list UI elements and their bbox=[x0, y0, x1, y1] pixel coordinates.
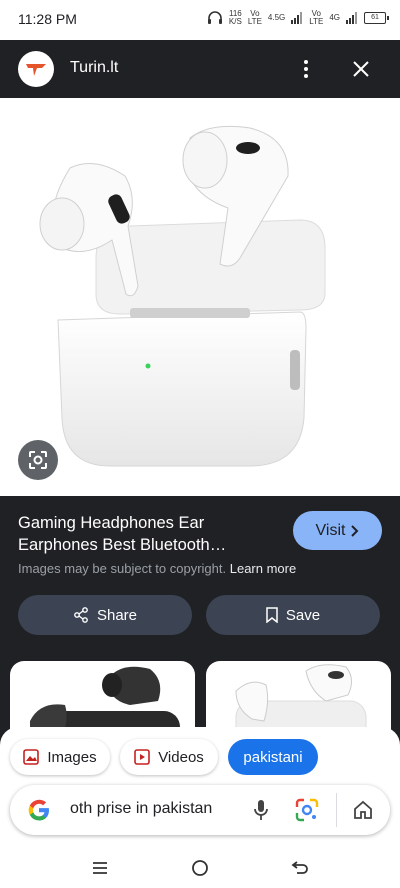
image-icon bbox=[23, 749, 40, 765]
recent-apps-button[interactable] bbox=[88, 856, 112, 880]
home-icon bbox=[354, 800, 372, 819]
headphones-icon bbox=[207, 11, 222, 24]
bookmark-icon bbox=[266, 607, 278, 623]
chip-images[interactable]: Images bbox=[10, 739, 110, 775]
lens-icon bbox=[29, 451, 47, 469]
copyright-text: Images may be subject to copyright. bbox=[18, 561, 227, 576]
back-arrow-icon bbox=[291, 861, 308, 874]
chip-label: Videos bbox=[158, 748, 204, 766]
sim1-volte: Vo LTE bbox=[247, 9, 262, 26]
back-button[interactable] bbox=[288, 856, 312, 880]
turin-logo-icon bbox=[26, 64, 46, 76]
chip-pakistani[interactable]: pakistani bbox=[228, 739, 318, 775]
site-logo[interactable] bbox=[18, 51, 54, 87]
more-vert-icon bbox=[304, 60, 308, 78]
home-nav-button[interactable] bbox=[188, 856, 212, 880]
signal-icon bbox=[346, 12, 357, 24]
share-button[interactable]: Share bbox=[18, 595, 192, 635]
image-viewer-header: Turin.lt bbox=[0, 40, 400, 98]
learn-more-link[interactable]: Learn more bbox=[230, 561, 296, 576]
sim2-network: 4G bbox=[329, 13, 340, 22]
mic-icon bbox=[254, 800, 268, 820]
copyright-notice: Images may be subject to copyright. Lear… bbox=[18, 561, 296, 576]
circle-icon bbox=[192, 860, 208, 876]
chip-label: Images bbox=[47, 748, 97, 766]
chip-label: pakistani bbox=[243, 748, 303, 766]
site-name[interactable]: Turin.lt bbox=[70, 59, 118, 77]
product-image[interactable] bbox=[0, 98, 400, 496]
earbuds-image bbox=[39, 125, 326, 467]
sim2-volte: Vo LTE bbox=[309, 9, 324, 26]
share-label: Share bbox=[96, 606, 138, 624]
google-g-icon[interactable] bbox=[26, 797, 52, 823]
battery-icon: 61 bbox=[364, 12, 389, 24]
google-lens-icon[interactable] bbox=[294, 797, 320, 823]
save-label: Save bbox=[285, 606, 321, 624]
net-speed: 116 K/S bbox=[228, 9, 242, 26]
search-input[interactable]: oth prise in pakistan bbox=[70, 800, 240, 818]
chip-videos[interactable]: Videos bbox=[120, 739, 218, 775]
system-navigation-bar bbox=[0, 848, 400, 888]
voice-search-button[interactable] bbox=[248, 797, 274, 823]
menu-icon bbox=[93, 862, 107, 874]
status-icons: 116 K/S Vo LTE 4.5G Vo LTE 4G 61 bbox=[207, 9, 389, 26]
save-button[interactable]: Save bbox=[206, 595, 380, 635]
visit-button[interactable]: Visit bbox=[293, 511, 382, 550]
search-bar-divider bbox=[336, 793, 337, 827]
lens-search-button[interactable] bbox=[18, 440, 58, 480]
home-button[interactable] bbox=[350, 797, 376, 823]
signal-icon bbox=[291, 12, 303, 24]
close-icon bbox=[353, 61, 369, 77]
share-icon bbox=[74, 607, 88, 623]
status-bar: 11:28 PM 116 K/S Vo LTE 4.5G Vo LTE 4G 6… bbox=[0, 0, 400, 40]
status-time: 11:28 PM bbox=[18, 11, 77, 27]
image-title[interactable]: Gaming Headphones Ear Earphones Best Blu… bbox=[18, 512, 278, 556]
close-button[interactable] bbox=[346, 54, 376, 84]
video-icon bbox=[134, 749, 151, 765]
visit-label: Visit bbox=[315, 521, 346, 539]
chevron-right-icon bbox=[351, 524, 359, 537]
search-bar[interactable]: oth prise in pakistan bbox=[10, 785, 390, 835]
more-options-button[interactable] bbox=[296, 54, 316, 84]
sim1-network: 4.5G bbox=[267, 13, 286, 22]
